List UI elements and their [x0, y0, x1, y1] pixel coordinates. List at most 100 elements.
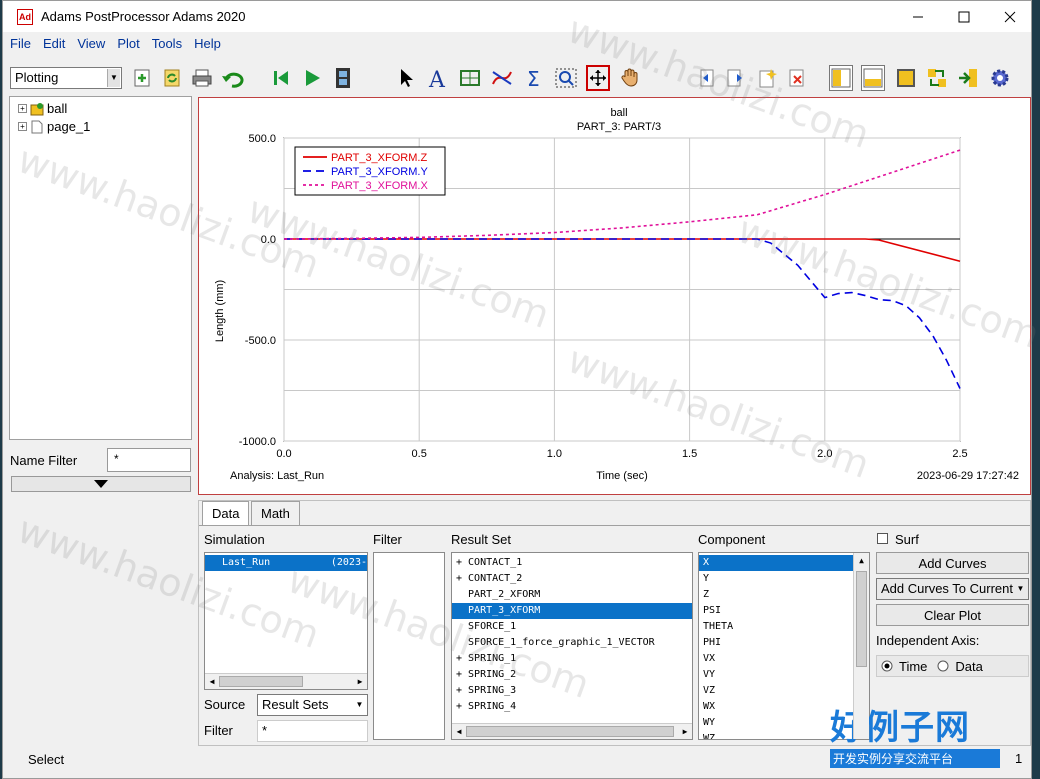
result-set-item[interactable]: + SPRING_3 [452, 683, 692, 699]
result-set-hscrollbar[interactable]: ◀ ▶ [452, 723, 692, 739]
result-set-item[interactable]: + SPRING_4 [452, 699, 692, 715]
clear-plot-button[interactable]: Clear Plot [876, 604, 1029, 626]
prev-page-button[interactable] [693, 65, 717, 91]
result-set-item[interactable]: PART_2_XFORM [452, 587, 692, 603]
plot-frame[interactable]: ball PART_3: PART/3 0.0 0.5 1.0 1.5 2.0 2.5 50… [198, 97, 1031, 495]
tree-item-page1[interactable]: + page_1 [18, 119, 90, 134]
component-list[interactable]: X Y Z PSI THETA PHI VX VY VZ WX WY WZ ▲ [698, 552, 870, 740]
menu-tools[interactable]: Tools [145, 34, 187, 54]
filter-list[interactable] [373, 552, 445, 740]
scroll-left-icon[interactable]: ◀ [205, 674, 219, 689]
simulation-list[interactable]: Last_Run (2023- ◀ ▶ [204, 552, 368, 690]
name-filter-toggle[interactable] [11, 476, 191, 492]
scroll-left-icon[interactable]: ◀ [452, 724, 466, 739]
new-page-button[interactable] [130, 65, 154, 91]
text-tool-button[interactable]: A [426, 65, 450, 91]
scroll-thumb[interactable] [466, 726, 674, 737]
result-set-item[interactable]: + SPRING_1 [452, 651, 692, 667]
component-item[interactable]: WY [699, 715, 853, 731]
menu-edit[interactable]: Edit [36, 34, 70, 54]
component-item[interactable]: VY [699, 667, 853, 683]
print-button[interactable] [190, 65, 214, 91]
fit-button[interactable] [586, 65, 610, 91]
bottom-filter-input[interactable]: * [257, 720, 368, 742]
layout-1-button[interactable] [829, 65, 853, 91]
result-set-item[interactable]: PART_3_XFORM [452, 603, 692, 619]
component-item[interactable]: THETA [699, 619, 853, 635]
animation-button[interactable] [331, 65, 355, 91]
object-tree[interactable]: + ball + page_1 [9, 96, 192, 440]
component-item[interactable]: WX [699, 699, 853, 715]
layout-2-button[interactable] [861, 65, 885, 91]
curve-tool-button[interactable] [490, 65, 514, 91]
scroll-right-icon[interactable]: ▶ [678, 724, 692, 739]
component-item[interactable]: VX [699, 651, 853, 667]
component-item[interactable]: X [699, 555, 853, 571]
component-item[interactable]: PHI [699, 635, 853, 651]
simulation-hscrollbar[interactable]: ◀ ▶ [205, 673, 367, 689]
result-set-item[interactable]: + CONTACT_1 [452, 555, 692, 571]
name-filter-input[interactable]: * [107, 448, 191, 472]
swap-axes-button[interactable] [925, 65, 949, 91]
result-set-list[interactable]: + CONTACT_1 + CONTACT_2 PART_2_XFORM PART… [451, 552, 693, 740]
simulation-item[interactable]: Last_Run (2023- [205, 555, 367, 571]
component-vscrollbar[interactable]: ▲ [853, 553, 869, 739]
refresh-button[interactable] [160, 65, 184, 91]
expand-icon[interactable]: + [18, 122, 27, 131]
scroll-thumb[interactable] [856, 571, 867, 667]
axis-tool-button[interactable] [458, 65, 482, 91]
zoom-box-button[interactable] [554, 65, 578, 91]
settings-button[interactable] [988, 65, 1012, 91]
surf-checkbox[interactable] [877, 533, 888, 544]
time-radio[interactable] [881, 660, 893, 672]
printer-icon [192, 69, 212, 87]
result-set-item[interactable]: SFORCE_1_force_graphic_1_VECTOR [452, 635, 692, 651]
select-tool-button[interactable] [395, 65, 419, 91]
chart-svg[interactable]: ball PART_3: PART/3 0.0 0.5 1.0 1.5 2.0 2.5 50… [199, 98, 1030, 494]
layout-3-button[interactable] [894, 65, 918, 91]
component-item[interactable]: PSI [699, 603, 853, 619]
expand-icon[interactable]: + [18, 104, 27, 113]
component-item[interactable]: WZ [699, 731, 853, 739]
menu-help[interactable]: Help [187, 34, 226, 54]
scroll-right-icon[interactable]: ▶ [353, 674, 367, 689]
zoom-box-icon [555, 68, 577, 88]
result-set-item[interactable]: SFORCE_1 [452, 619, 692, 635]
add-curves-button[interactable]: Add Curves [876, 552, 1029, 574]
first-frame-button[interactable] [269, 65, 293, 91]
data-radio[interactable] [937, 660, 949, 672]
menu-view[interactable]: View [70, 34, 110, 54]
curve-part-3-xform-z[interactable] [284, 238, 961, 262]
maximize-button[interactable] [941, 1, 987, 32]
chevron-down-icon: ▼ [1014, 580, 1027, 598]
mode-combo[interactable]: Plotting ▼ [10, 67, 122, 89]
play-button[interactable] [300, 65, 324, 91]
tab-math[interactable]: Math [251, 501, 300, 525]
tree-item-ball[interactable]: + ball [18, 101, 67, 116]
component-item[interactable]: Z [699, 587, 853, 603]
add-curves-mode-combo[interactable]: Add Curves To Current ▼ [876, 578, 1029, 600]
component-item[interactable]: VZ [699, 683, 853, 699]
curve-part-3-xform-y[interactable] [284, 238, 961, 389]
delete-page-button[interactable] [785, 65, 809, 91]
menu-plot[interactable]: Plot [110, 34, 144, 54]
sum-tool-button[interactable]: Σ [522, 65, 546, 91]
close-button[interactable] [987, 1, 1033, 32]
undo-button[interactable] [221, 65, 245, 91]
page-icon [31, 120, 43, 133]
result-set-item[interactable]: + SPRING_2 [452, 667, 692, 683]
scroll-thumb[interactable] [219, 676, 303, 687]
new-blank-page-button[interactable] [755, 65, 779, 91]
component-item[interactable]: Y [699, 571, 853, 587]
pan-button[interactable] [618, 65, 642, 91]
source-combo[interactable]: Result Sets ▼ [257, 694, 368, 716]
minimize-button[interactable] [895, 1, 941, 32]
result-set-item[interactable]: + CONTACT_2 [452, 571, 692, 587]
curve-icon [492, 71, 512, 85]
next-page-button[interactable] [724, 65, 748, 91]
import-button[interactable] [956, 65, 980, 91]
source-label: Source [204, 697, 246, 712]
scroll-up-icon[interactable]: ▲ [854, 553, 869, 569]
tab-data[interactable]: Data [202, 501, 250, 526]
menu-file[interactable]: File [3, 34, 36, 54]
